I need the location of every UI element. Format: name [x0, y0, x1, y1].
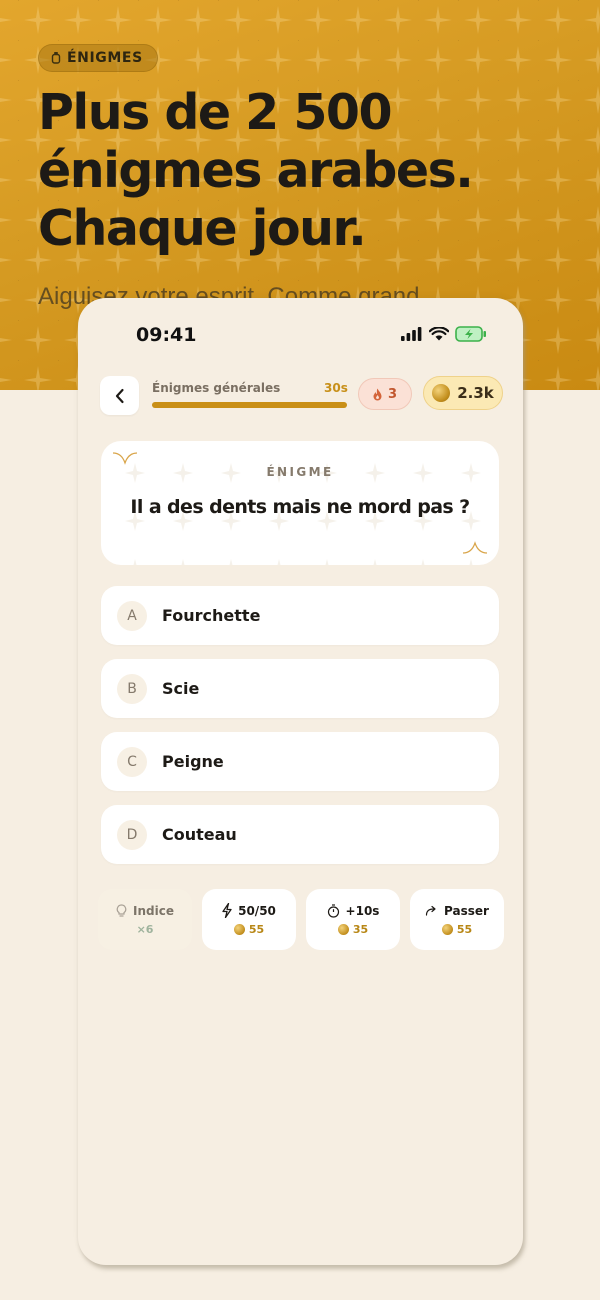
skip-label: Passer	[444, 903, 489, 918]
add-time-powerup-button[interactable]: +10s 35	[306, 889, 400, 950]
riddle-question: Il a des dents mais ne mord pas ?	[130, 496, 470, 518]
add-time-label: +10s	[345, 903, 380, 918]
signal-icon	[401, 327, 422, 341]
headline-line-3: Chaque jour.	[38, 200, 367, 257]
answer-text: Peigne	[162, 752, 224, 771]
headline-line-1: Plus de 2 500	[38, 84, 393, 141]
coin-icon	[441, 923, 453, 935]
status-bar: 09:41	[78, 298, 523, 368]
category-badge: ÉNIGMES	[38, 44, 158, 72]
skip-cost: 55	[456, 922, 473, 936]
hint-powerup-button[interactable]: Indice ×6	[98, 889, 192, 950]
coin-balance[interactable]: 2.3k	[423, 376, 503, 410]
battery-charging-icon	[455, 326, 486, 342]
status-icons	[401, 326, 487, 342]
status-time: 09:41	[136, 324, 197, 346]
timer-value: 30s	[324, 381, 348, 395]
timer-progress-bar	[152, 402, 347, 408]
flame-icon	[373, 388, 382, 400]
hero-headline: Plus de 2 500 énigmes arabes. Chaque jou…	[38, 84, 578, 258]
coin-icon	[337, 923, 349, 935]
answer-letter: D	[117, 819, 147, 850]
answer-option-b[interactable]: B Scie	[101, 659, 499, 718]
answer-list: A Fourchette B Scie C Peigne D Couteau	[101, 586, 499, 878]
streak-count: 3	[387, 386, 398, 402]
ornament-bottom-right-icon	[462, 541, 488, 554]
game-header: Énigmes générales 30s 3 2.3k	[100, 376, 505, 416]
answer-text: Fourchette	[162, 606, 261, 625]
answer-option-a[interactable]: A Fourchette	[101, 586, 499, 645]
answer-text: Scie	[162, 679, 200, 698]
chevron-left-icon	[115, 388, 124, 403]
category-name: Énigmes générales	[152, 381, 281, 395]
coin-balance-value: 2.3k	[457, 384, 494, 402]
hint-count: ×6	[136, 922, 154, 936]
riddle-kicker: ÉNIGME	[266, 465, 334, 479]
answer-text: Couteau	[162, 825, 237, 844]
lightbulb-icon	[116, 903, 127, 917]
category-badge-label: ÉNIGMES	[67, 50, 143, 66]
lightning-icon	[222, 903, 232, 918]
add-time-cost: 35	[352, 922, 369, 936]
fifty-fifty-label: 50/50	[238, 903, 276, 918]
lantern-icon	[51, 52, 61, 64]
fifty-fifty-powerup-button[interactable]: 50/50 55	[202, 889, 296, 950]
back-button[interactable]	[100, 376, 139, 415]
answer-letter: C	[117, 746, 147, 777]
skip-powerup-button[interactable]: Passer 55	[410, 889, 504, 950]
fifty-fifty-cost: 55	[248, 923, 265, 936]
riddle-card: ÉNIGME Il a des dents mais ne mord pas ?	[101, 441, 499, 565]
wifi-icon	[429, 327, 449, 341]
streak-badge[interactable]: 3	[358, 378, 412, 410]
coin-icon	[432, 384, 451, 402]
headline-line-2: énigmes arabes.	[38, 142, 474, 199]
phone-mockup: 09:41 Énigmes générales 30s 3 2.3k ÉNIGM…	[78, 298, 523, 1265]
timer-progress-fill	[152, 402, 347, 408]
coin-icon	[233, 924, 245, 935]
stopwatch-icon	[327, 903, 339, 918]
skip-arrow-icon	[425, 905, 436, 916]
answer-letter: B	[117, 673, 147, 704]
answer-letter: A	[117, 600, 147, 631]
hint-label: Indice	[133, 903, 174, 918]
powerup-bar: Indice ×6 50/50 55 +10s 35 Passer 55	[98, 889, 504, 950]
answer-option-c[interactable]: C Peigne	[101, 732, 499, 791]
answer-option-d[interactable]: D Couteau	[101, 805, 499, 864]
